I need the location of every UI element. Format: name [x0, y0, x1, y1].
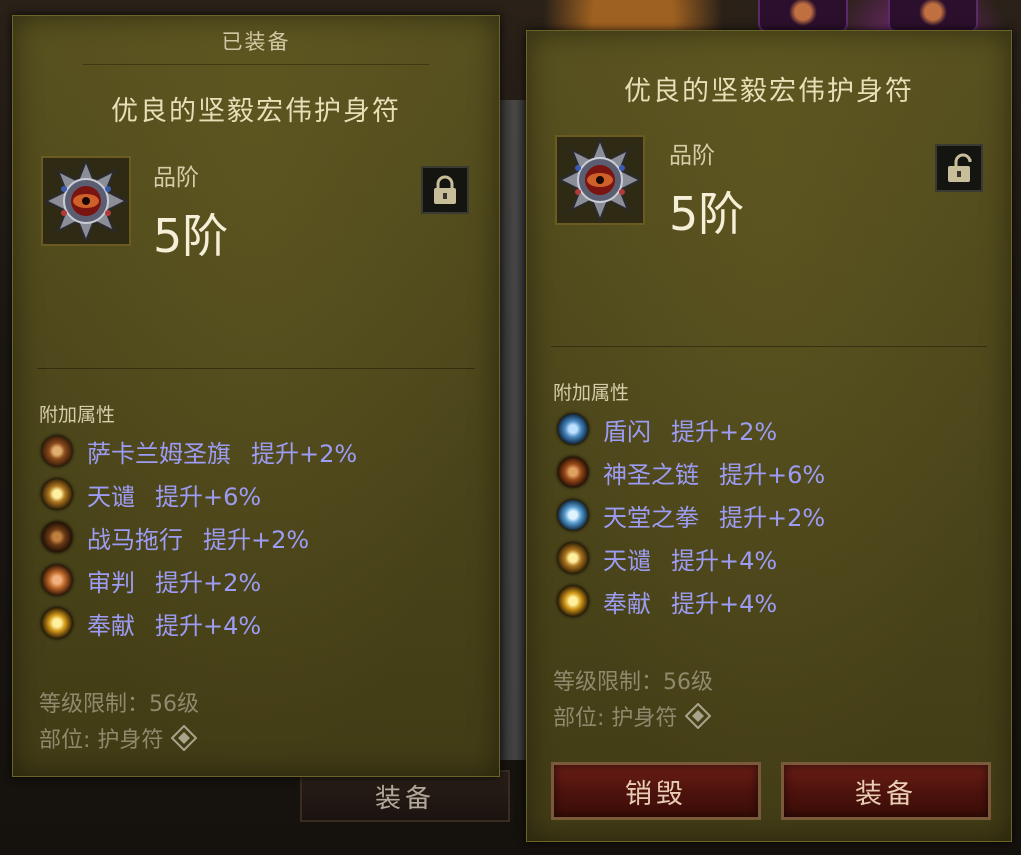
amulet-icon — [44, 159, 128, 243]
fist-skill-icon — [557, 542, 589, 574]
skill-slot-icon — [758, 0, 848, 32]
attribute-value: 提升+6% — [155, 482, 262, 511]
shield-skill-icon — [557, 413, 589, 445]
attribute-value: 提升+4% — [155, 611, 262, 640]
header-divider — [83, 64, 429, 65]
background-equip-button[interactable]: 装备 — [300, 770, 510, 822]
attribute-name: 天堂之拳 — [603, 503, 699, 532]
attribute-value: 提升+2% — [155, 568, 262, 597]
lock-button[interactable] — [421, 166, 469, 214]
lock-open-icon — [948, 153, 972, 182]
attribute-name: 审判 — [87, 568, 135, 597]
amulet-icon — [558, 138, 642, 222]
item-icon-frame — [555, 135, 645, 225]
heaven-fist-skill-icon — [557, 499, 589, 531]
attributes-header: 附加属性 — [39, 404, 116, 426]
amulet-slot-icon — [171, 725, 198, 751]
attribute-value: 提升+2% — [251, 439, 358, 468]
attribute-row: 神圣之链 提升+6% — [557, 452, 825, 492]
section-divider — [551, 346, 987, 347]
rank-value: 5阶 — [669, 187, 745, 241]
attribute-row: 奉献 提升+4% — [557, 581, 777, 621]
attribute-name: 神圣之链 — [603, 460, 699, 489]
amulet-slot-icon — [685, 703, 712, 729]
attributes-header: 附加属性 — [553, 382, 630, 404]
rank-value: 5阶 — [153, 209, 229, 263]
banner-skill-icon — [41, 435, 73, 467]
attribute-value: 提升+2% — [203, 525, 310, 554]
attribute-name: 盾闪 — [603, 417, 651, 446]
item-name: 优良的坚毅宏伟护身符 — [624, 76, 914, 107]
slot-row: 部位: 护身符 — [553, 700, 712, 732]
chain-skill-icon — [557, 456, 589, 488]
lock-button[interactable] — [935, 144, 983, 192]
attribute-name: 萨卡兰姆圣旗 — [87, 439, 231, 468]
judgment-skill-icon — [41, 564, 73, 596]
fist-skill-icon — [41, 478, 73, 510]
slot-text: 部位: 护身符 — [39, 728, 164, 753]
item-icon-frame — [41, 156, 131, 246]
rank-label: 品阶 — [669, 143, 715, 169]
salvage-button[interactable]: 销毁 — [551, 762, 761, 820]
consecration-skill-icon — [41, 607, 73, 639]
new-item-tooltip: 优良的坚毅宏伟护身符 品阶 5阶 附加属性 盾闪 提升+2% 神圣之链 提升+6… — [526, 30, 1012, 842]
consecration-skill-icon — [557, 585, 589, 617]
attribute-row: 奉献 提升+4% — [41, 603, 261, 643]
attribute-name: 奉献 — [603, 589, 651, 618]
horse-skill-icon — [41, 521, 73, 553]
attribute-row: 审判 提升+2% — [41, 560, 261, 600]
section-divider — [37, 368, 475, 369]
attribute-row: 天谴 提升+4% — [557, 538, 777, 578]
attribute-value: 提升+4% — [671, 546, 778, 575]
level-requirement: 等级限制：56级 — [39, 692, 199, 717]
level-requirement: 等级限制：56级 — [553, 670, 713, 695]
equipped-item-tooltip: 已装备 优良的坚毅宏伟护身符 品阶 5阶 附加属性 萨卡兰姆圣旗 提升+2% 天… — [12, 15, 500, 777]
attribute-value: 提升+2% — [671, 417, 778, 446]
attribute-row: 萨卡兰姆圣旗 提升+2% — [41, 431, 357, 471]
equipped-label: 已装备 — [221, 30, 291, 54]
slot-text: 部位: 护身符 — [553, 706, 678, 731]
skill-slot-icon — [888, 0, 978, 32]
attribute-value: 提升+4% — [671, 589, 778, 618]
attribute-value: 提升+2% — [719, 503, 826, 532]
attribute-row: 天堂之拳 提升+2% — [557, 495, 825, 535]
slot-row: 部位: 护身符 — [39, 722, 198, 754]
equip-button[interactable]: 装备 — [781, 762, 991, 820]
attribute-value: 提升+6% — [719, 460, 826, 489]
attribute-row: 战马拖行 提升+2% — [41, 517, 309, 557]
attribute-row: 盾闪 提升+2% — [557, 409, 777, 449]
attribute-name: 天谴 — [87, 482, 135, 511]
attribute-name: 天谴 — [603, 546, 651, 575]
attribute-name: 战马拖行 — [87, 525, 183, 554]
attribute-name: 奉献 — [87, 611, 135, 640]
rank-label: 品阶 — [153, 165, 199, 191]
lock-closed-icon — [434, 175, 456, 204]
item-name: 优良的坚毅宏伟护身符 — [111, 96, 401, 127]
attribute-row: 天谴 提升+6% — [41, 474, 261, 514]
